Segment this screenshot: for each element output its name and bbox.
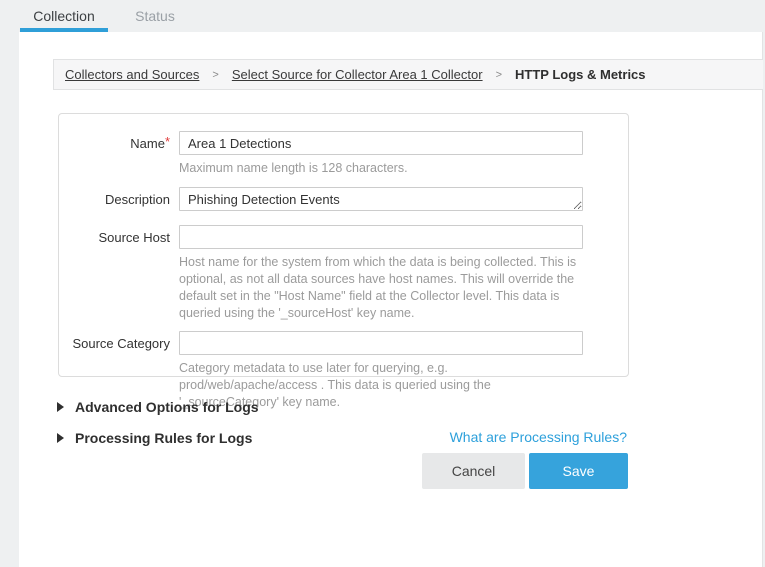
breadcrumb-select-source[interactable]: Select Source for Collector Area 1 Colle… (232, 67, 483, 82)
source-host-field-wrap (179, 225, 583, 249)
name-helper-text: Maximum name length is 128 characters. (179, 160, 583, 177)
expand-arrow-icon (57, 433, 64, 443)
name-field-wrap (179, 131, 583, 155)
source-host-label: Source Host (59, 225, 179, 249)
advanced-options-section-toggle[interactable]: Advanced Options for Logs (57, 399, 259, 415)
breadcrumb-separator-icon: > (496, 69, 502, 81)
form-actions: Cancel Save (422, 453, 628, 489)
breadcrumb-separator-icon: > (212, 69, 218, 81)
description-label: Description (59, 187, 179, 216)
save-button[interactable]: Save (529, 453, 628, 489)
required-asterisk: * (165, 134, 170, 149)
description-field-wrap: Phishing Detection Events (179, 187, 583, 216)
cancel-button[interactable]: Cancel (422, 453, 525, 489)
source-host-input[interactable] (179, 225, 583, 249)
breadcrumb-current-page: HTTP Logs & Metrics (515, 67, 646, 82)
name-input[interactable] (179, 131, 583, 155)
name-label: Name* (59, 131, 179, 155)
source-category-row: Source Category (59, 331, 628, 355)
expand-arrow-icon (57, 402, 64, 412)
source-host-helper-text: Host name for the system from which the … (179, 254, 583, 322)
processing-rules-section-toggle[interactable]: Processing Rules for Logs (57, 430, 252, 446)
name-row: Name* (59, 131, 628, 155)
breadcrumb: Collectors and Sources > Select Source f… (53, 59, 763, 90)
what-are-processing-rules-link[interactable]: What are Processing Rules? (450, 429, 627, 445)
source-category-label: Source Category (59, 331, 179, 355)
advanced-options-label: Advanced Options for Logs (75, 399, 259, 415)
description-textarea[interactable]: Phishing Detection Events (179, 187, 583, 211)
description-row: Description Phishing Detection Events (59, 187, 628, 216)
source-host-row: Source Host (59, 225, 628, 249)
breadcrumb-collectors-and-sources[interactable]: Collectors and Sources (65, 67, 199, 82)
source-category-input[interactable] (179, 331, 583, 355)
source-category-field-wrap (179, 331, 583, 355)
name-label-text: Name (130, 136, 165, 151)
source-config-card: Name* Maximum name length is 128 charact… (58, 113, 629, 377)
tab-bar: Collection Status (0, 0, 765, 32)
content-panel: Collectors and Sources > Select Source f… (19, 32, 763, 567)
tab-status[interactable]: Status (120, 0, 190, 32)
processing-rules-label: Processing Rules for Logs (75, 430, 252, 446)
